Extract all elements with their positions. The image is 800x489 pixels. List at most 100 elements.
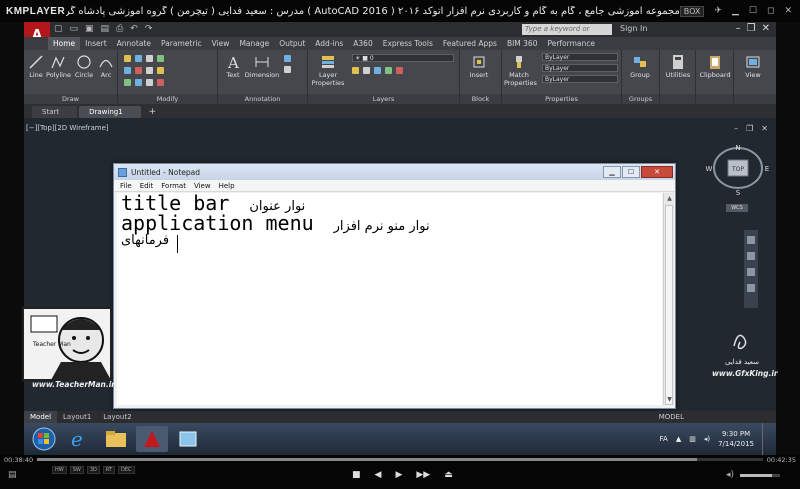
previous-icon[interactable]: ◀ [375, 470, 382, 480]
layer-dropdown[interactable]: ☀ ■ 0 [352, 54, 454, 62]
arc-button[interactable]: Arc [96, 54, 116, 79]
tab-drawing1[interactable]: Drawing1 [79, 106, 141, 118]
model-space-toggle[interactable]: MODEL [659, 413, 684, 421]
ribbon-tab-add-ins[interactable]: Add-ins [310, 39, 348, 48]
ribbon-tab-parametric[interactable]: Parametric [156, 39, 207, 48]
insert-block-button[interactable]: Insert [464, 54, 494, 79]
ribbon-tab-output[interactable]: Output [274, 39, 310, 48]
scale-icon[interactable] [135, 79, 142, 86]
maximize-icon[interactable]: ☐ [749, 6, 757, 17]
taskbar-file-explorer[interactable] [100, 426, 132, 452]
linetype-dropdown[interactable]: ByLayer [542, 64, 618, 72]
mode-button-hw[interactable]: HW [52, 466, 67, 474]
ribbon-tab-performance[interactable]: Performance [542, 39, 600, 48]
ribbon-tab-view[interactable]: View [207, 39, 235, 48]
mode-button-sw[interactable]: SW [69, 466, 84, 474]
leader-icon[interactable] [284, 55, 291, 62]
group-button[interactable]: Group [626, 54, 654, 79]
minimize-button[interactable]: ▁ [603, 166, 621, 178]
scroll-down-icon[interactable]: ▼ [664, 394, 675, 405]
taskbar-notepad[interactable] [172, 426, 204, 452]
dimension-button[interactable]: Dimension [244, 54, 280, 79]
tab-model[interactable]: Model [24, 411, 58, 423]
view-button[interactable]: View [738, 54, 768, 79]
volume-slider[interactable] [740, 474, 780, 477]
layer-lock-icon[interactable] [374, 67, 381, 74]
tab-start[interactable]: Start [32, 106, 78, 118]
taskbar-autocad[interactable] [136, 426, 168, 452]
navigation-bar[interactable] [744, 230, 758, 308]
layer-freeze-icon[interactable] [363, 67, 370, 74]
menu-file[interactable]: File [116, 182, 136, 190]
show-desktop-button[interactable] [762, 423, 772, 455]
text-button[interactable]: A Text [222, 54, 244, 79]
stretch-icon[interactable] [124, 79, 131, 86]
print-icon[interactable]: ⎙ [116, 24, 123, 34]
clock[interactable]: 9:30 PM 7/14/2015 [718, 429, 754, 449]
maximize-button[interactable]: ☐ [622, 166, 640, 178]
player-mode-badge[interactable]: BOX [679, 5, 705, 17]
clipboard-button[interactable]: Clipboard [698, 54, 732, 79]
match-properties-button[interactable]: Match Properties [504, 54, 537, 87]
ribbon-tab-a360[interactable]: A360 [348, 39, 377, 48]
eject-icon[interactable]: ⏏ [444, 470, 453, 480]
viewcube[interactable]: TOP N S E W [706, 144, 772, 204]
viewport-close-icon[interactable]: ✕ [761, 124, 768, 133]
ribbon-tab-featured-apps[interactable]: Featured Apps [438, 39, 502, 48]
offset-icon[interactable] [157, 79, 164, 86]
close-icon[interactable]: ✕ [762, 23, 770, 34]
ribbon-tab-insert[interactable]: Insert [80, 39, 112, 48]
menu-help[interactable]: Help [215, 182, 239, 190]
copy-icon[interactable] [124, 67, 131, 74]
seek-slider[interactable] [37, 458, 763, 461]
vertical-scrollbar[interactable]: ▲ ▼ [663, 193, 674, 405]
mirror-icon[interactable] [135, 67, 142, 74]
player-menu-icon[interactable]: ▤ [8, 470, 17, 480]
tab-layout1[interactable]: Layout1 [57, 411, 97, 423]
mode-button-dec[interactable]: DEC [118, 466, 135, 474]
undo-icon[interactable]: ↶ [130, 24, 138, 34]
layer-properties-button[interactable]: Layer Properties [310, 54, 346, 87]
scroll-up-icon[interactable]: ▲ [664, 193, 675, 204]
volume-icon[interactable]: ◂) [704, 435, 710, 443]
trim-icon[interactable] [146, 55, 153, 62]
explode-icon[interactable] [157, 67, 164, 74]
save-icon[interactable]: ▣ [85, 24, 94, 34]
scroll-thumb[interactable] [665, 205, 673, 405]
new-tab-icon[interactable]: + [143, 106, 163, 118]
ribbon-tab-bim-360[interactable]: BIM 360 [502, 39, 543, 48]
ribbon-tab-manage[interactable]: Manage [234, 39, 274, 48]
pin-icon[interactable]: ✈ [714, 6, 722, 17]
stop-icon[interactable]: ■ [352, 470, 361, 480]
rotate-icon[interactable] [135, 55, 142, 62]
layer-on-icon[interactable] [352, 67, 359, 74]
viewport-minimize-icon[interactable]: – [734, 124, 738, 133]
new-icon[interactable]: ▢ [54, 24, 63, 34]
move-icon[interactable] [124, 55, 131, 62]
fullscreen-icon[interactable]: ◻ [767, 6, 774, 17]
menu-format[interactable]: Format [157, 182, 190, 190]
viewport-restore-icon[interactable]: ❐ [746, 124, 753, 133]
ribbon-tab-annotate[interactable]: Annotate [112, 39, 156, 48]
viewport-controls-label[interactable]: [−][Top][2D Wireframe] [26, 124, 109, 132]
tray-up-arrow-icon[interactable]: ▲ [676, 435, 681, 443]
speaker-icon[interactable]: ◂) [726, 470, 734, 480]
array-icon[interactable] [146, 79, 153, 86]
menu-view[interactable]: View [190, 182, 215, 190]
lineweight-dropdown[interactable]: ByLayer [542, 75, 618, 83]
utilities-button[interactable]: Utilities [662, 54, 694, 79]
menu-edit[interactable]: Edit [136, 182, 158, 190]
fillet-icon[interactable] [146, 67, 153, 74]
tab-layout2[interactable]: Layout2 [97, 411, 137, 423]
table-icon[interactable] [284, 66, 291, 73]
search-input[interactable]: Type a keyword or phrase [522, 24, 612, 44]
make-current-icon[interactable] [385, 67, 392, 74]
minimize-icon[interactable]: ▁ [732, 6, 739, 17]
minimize-icon[interactable]: – [736, 23, 741, 34]
circle-button[interactable]: Circle [74, 54, 94, 79]
mode-button-3d[interactable]: 3D [86, 466, 100, 474]
start-button[interactable] [28, 426, 60, 452]
mode-button-rt[interactable]: RT [102, 466, 116, 474]
taskbar-internet-explorer[interactable]: e [64, 426, 96, 452]
close-icon[interactable]: ✕ [784, 6, 792, 17]
